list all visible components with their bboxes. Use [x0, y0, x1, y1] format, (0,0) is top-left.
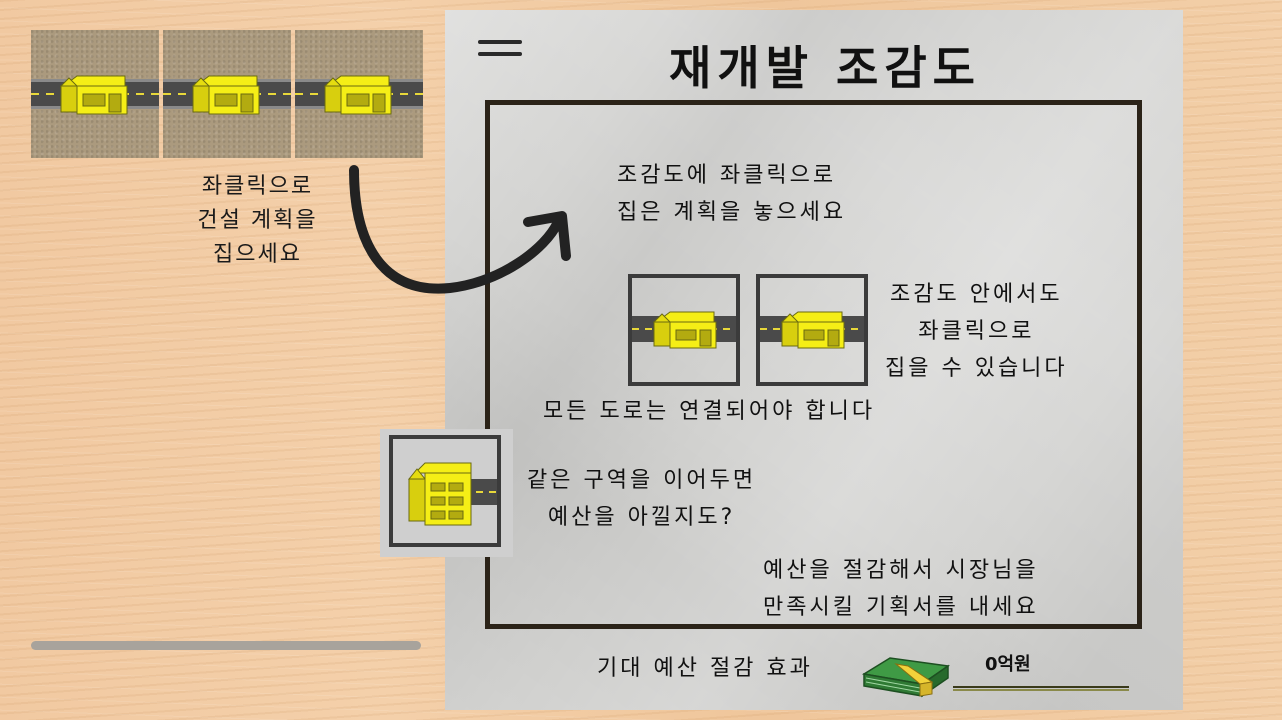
pickup-instruction: 좌클릭으로 건설 계획을 집으세요	[175, 170, 340, 272]
tip-place: 조감도에 좌클릭으로 집은 계획을 놓으세요	[617, 157, 846, 231]
tip-goal: 예산을 절감해서 시장님을 만족시킬 기획서를 내세요	[763, 552, 1039, 626]
redevelopment-plan: 재개발 조감도 조감도에 좌클릭으로 집은 계획을 놓으세요 조감도 안에서도 …	[445, 10, 1183, 710]
example-tile	[389, 435, 501, 547]
tip-connect: 같은 구역을 이어두면 예산을 아낄지도?	[527, 462, 756, 536]
house-road-icon	[31, 75, 159, 115]
house-road-icon	[632, 311, 736, 349]
tip-line: 좌클릭으로	[918, 319, 1035, 344]
tip-line: 집을 수 있습니다	[885, 356, 1068, 381]
tip-line: 같은 구역을 이어두면	[527, 468, 757, 493]
house-road-icon	[295, 75, 423, 115]
progress-bar	[31, 641, 421, 650]
savings-underline	[953, 686, 1129, 691]
plan-title: 재개발 조감도	[669, 41, 981, 95]
apartment-road-icon	[407, 462, 497, 526]
build-option-tile[interactable]	[295, 30, 423, 158]
savings-value: 0억원	[985, 654, 1031, 675]
tip-roads: 모든 도로는 연결되어야 합니다	[543, 399, 876, 424]
house-road-icon	[760, 311, 864, 349]
money-stack-icon	[861, 657, 951, 698]
instruction-line: 좌클릭으로	[201, 174, 314, 199]
curved-arrow-icon	[349, 165, 571, 294]
house-road-icon	[163, 75, 291, 115]
instruction-line: 집으세요	[213, 242, 302, 267]
placed-tile[interactable]	[628, 274, 740, 386]
tip-line: 집은 계획을 놓으세요	[617, 200, 847, 225]
tip-pickup: 조감도 안에서도 좌클릭으로 집을 수 있습니다	[885, 276, 1068, 387]
placed-tile[interactable]	[756, 274, 868, 386]
build-option-tile[interactable]	[31, 30, 159, 158]
build-option-tile[interactable]	[163, 30, 291, 158]
tip-line: 예산을 절감해서 시장님을	[763, 558, 1039, 583]
side-tip-card	[380, 429, 513, 557]
savings-label: 기대 예산 절감 효과	[597, 656, 813, 681]
instruction-line: 건설 계획을	[197, 208, 318, 233]
tip-line: 만족시킬 기획서를 내세요	[763, 595, 1039, 620]
tip-line: 조감도 안에서도	[889, 282, 1063, 307]
menu-icon[interactable]	[478, 40, 522, 56]
tip-line: 예산을 아낄지도?	[547, 505, 736, 530]
tip-line: 조감도에 좌클릭으로	[617, 163, 837, 188]
